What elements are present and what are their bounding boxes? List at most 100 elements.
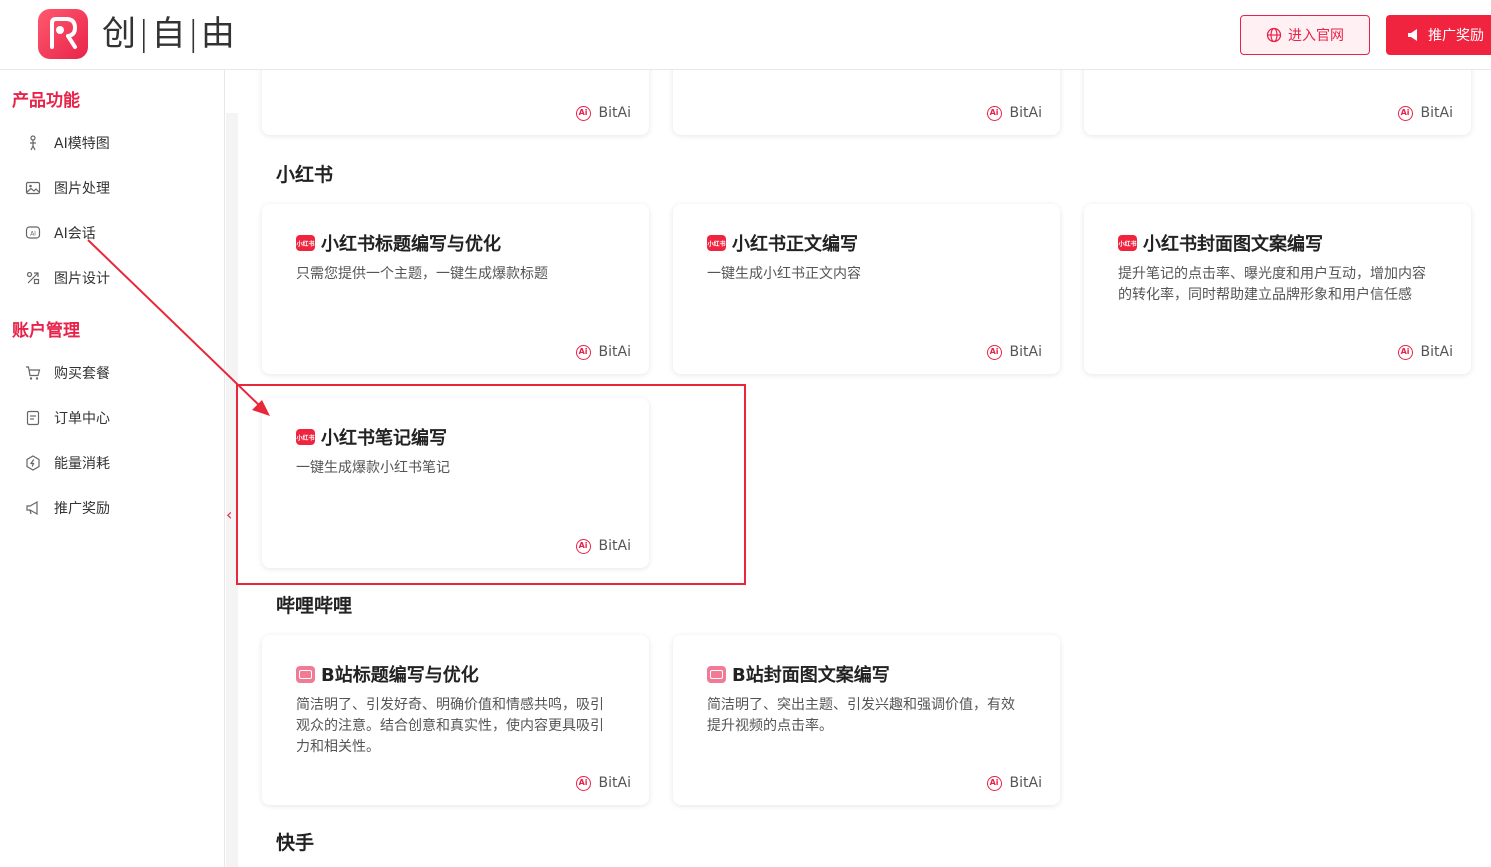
ai-logo-icon: Ai — [986, 105, 1002, 121]
card-title: 小红书封面图文案编写 — [1143, 234, 1323, 255]
megaphone-icon — [24, 499, 42, 517]
model-icon — [24, 134, 42, 152]
sidebar-item-label: 推广奖励 — [54, 501, 110, 517]
card-description: 简洁明了、引发好奇、明确价值和情感共鸣，吸引观众的注意。结合创意和真实性，使内容… — [296, 697, 604, 755]
enter-site-label: 进入官网 — [1288, 28, 1344, 44]
card-brand: BitAi — [598, 344, 631, 360]
collapse-sidebar-icon[interactable]: ‹ — [226, 505, 232, 524]
sidebar-item-label: AI模特图 — [54, 136, 110, 152]
sidebar-item-label: 图片处理 — [54, 181, 110, 197]
tool-card-partial[interactable]: Ai BitAi — [262, 70, 649, 135]
card-title-row: B站封面图文案编写 — [707, 661, 890, 687]
ai-logo-icon: Ai — [1397, 344, 1413, 360]
enter-site-button[interactable]: 进入官网 — [1240, 15, 1370, 55]
promo-reward-button[interactable]: 推广奖励 — [1386, 15, 1491, 55]
sidebar-item-energy[interactable]: 能量消耗 — [24, 451, 110, 475]
card-brand: BitAi — [1009, 775, 1042, 791]
globe-icon — [1266, 27, 1282, 43]
svg-text:AI: AI — [30, 231, 36, 238]
sidebar-item-label: AI会话 — [54, 226, 96, 242]
sidebar-item-label: 图片设计 — [54, 271, 110, 287]
ai-chat-icon: AI — [24, 224, 42, 242]
sidebar-item-image-processing[interactable]: 图片处理 — [24, 176, 110, 200]
sidebar-item-ai-chat[interactable]: AI AI会话 — [24, 221, 96, 245]
section-title-product: 产品功能 — [12, 91, 80, 111]
ai-logo-icon: Ai — [986, 775, 1002, 791]
tool-card-xhs-cover[interactable]: 小红书 小红书封面图文案编写 提升笔记的点击率、曝光度和用户互动，增加内容的转化… — [1084, 204, 1471, 374]
cart-icon — [24, 364, 42, 382]
ai-logo-icon: Ai — [575, 775, 591, 791]
xiaohongshu-icon: 小红书 — [296, 235, 315, 251]
ai-logo-icon: Ai — [575, 344, 591, 360]
card-brand: BitAi — [1420, 105, 1453, 121]
card-title-row: 小红书 小红书正文编写 — [707, 230, 858, 256]
card-description: 一键生成小红书正文内容 — [707, 266, 861, 282]
scroll-track[interactable] — [226, 113, 238, 867]
card-footer: Ai BitAi — [575, 538, 631, 554]
group-title-bilibili: 哔哩哔哩 — [276, 595, 353, 617]
card-brand: BitAi — [598, 538, 631, 554]
card-footer: Ai BitAi — [986, 775, 1042, 791]
card-title: 小红书笔记编写 — [321, 428, 447, 449]
bilibili-icon — [296, 665, 315, 683]
card-footer: Ai BitAi — [986, 105, 1042, 121]
sidebar-item-label: 订单中心 — [54, 411, 110, 427]
card-footer: Ai BitAi — [1397, 105, 1453, 121]
tool-card-bili-title[interactable]: B站标题编写与优化 简洁明了、引发好奇、明确价值和情感共鸣，吸引观众的注意。结合… — [262, 635, 649, 805]
sidebar-item-promo-reward[interactable]: 推广奖励 — [24, 496, 110, 520]
sidebar: 产品功能 AI模特图 图片处理 AI AI会话 图片设计 账户管理 购买套餐 订… — [0, 70, 225, 867]
card-brand: BitAi — [1009, 105, 1042, 121]
main-content: Ai BitAi Ai BitAi Ai BitAi 小红书 小红书 小红书标题… — [239, 70, 1491, 867]
tool-card-xhs-body[interactable]: 小红书 小红书正文编写 一键生成小红书正文内容 Ai BitAi — [673, 204, 1060, 374]
card-title-row: 小红书 小红书标题编写与优化 — [296, 230, 501, 256]
card-title-row: 小红书 小红书封面图文案编写 — [1118, 230, 1323, 256]
order-icon — [24, 409, 42, 427]
card-description: 简洁明了、突出主题、引发兴趣和强调价值，有效提升视频的点击率。 — [707, 697, 1015, 734]
card-brand: BitAi — [598, 775, 631, 791]
promo-reward-label: 推广奖励 — [1428, 28, 1484, 44]
card-brand: BitAi — [1420, 344, 1453, 360]
card-title: 小红书正文编写 — [732, 234, 858, 255]
ai-logo-icon: Ai — [575, 105, 591, 121]
card-footer: Ai BitAi — [575, 344, 631, 360]
sidebar-item-label: 能量消耗 — [54, 456, 110, 472]
section-title-account: 账户管理 — [12, 321, 80, 341]
card-footer: Ai BitAi — [986, 344, 1042, 360]
card-title-row: 小红书 小红书笔记编写 — [296, 424, 447, 450]
xiaohongshu-icon: 小红书 — [1118, 235, 1137, 251]
card-footer: Ai BitAi — [1397, 344, 1453, 360]
image-icon — [24, 179, 42, 197]
xiaohongshu-icon: 小红书 — [707, 235, 726, 251]
ai-logo-icon: Ai — [986, 344, 1002, 360]
card-footer: Ai BitAi — [575, 775, 631, 791]
card-brand: BitAi — [1009, 344, 1042, 360]
energy-icon — [24, 454, 42, 472]
card-title-row: B站标题编写与优化 — [296, 661, 479, 687]
sidebar-item-buy-plan[interactable]: 购买套餐 — [24, 361, 110, 385]
ai-logo-icon: Ai — [1397, 105, 1413, 121]
design-icon — [24, 269, 42, 287]
sidebar-item-image-design[interactable]: 图片设计 — [24, 266, 110, 290]
sidebar-item-ai-model[interactable]: AI模特图 — [24, 131, 110, 155]
tool-card-partial[interactable]: Ai BitAi — [673, 70, 1060, 135]
group-title-kuaishou: 快手 — [276, 832, 315, 854]
top-header: 创|自|由 进入官网 推广奖励 — [0, 0, 1491, 70]
tool-card-xhs-note[interactable]: 小红书 小红书笔记编写 一键生成爆款小红书笔记 Ai BitAi — [262, 398, 649, 568]
card-title: 小红书标题编写与优化 — [321, 234, 501, 255]
group-title-xhs: 小红书 — [276, 164, 334, 186]
sidebar-item-order-center[interactable]: 订单中心 — [24, 406, 110, 430]
tool-card-partial[interactable]: Ai BitAi — [1084, 70, 1471, 135]
megaphone-icon — [1408, 29, 1417, 41]
card-footer: Ai BitAi — [575, 105, 631, 121]
tool-card-xhs-title[interactable]: 小红书 小红书标题编写与优化 只需您提供一个主题，一键生成爆款标题 Ai Bit… — [262, 204, 649, 374]
logo-icon[interactable] — [38, 9, 88, 59]
card-description: 提升笔记的点击率、曝光度和用户互动，增加内容的转化率，同时帮助建立品牌形象和用户… — [1118, 266, 1426, 303]
card-description: 只需您提供一个主题，一键生成爆款标题 — [296, 266, 548, 282]
card-brand: BitAi — [598, 105, 631, 121]
xiaohongshu-icon: 小红书 — [296, 429, 315, 445]
brand-name: 创|自|由 — [102, 14, 237, 54]
sidebar-item-label: 购买套餐 — [54, 366, 110, 382]
tool-card-bili-cover[interactable]: B站封面图文案编写 简洁明了、突出主题、引发兴趣和强调价值，有效提升视频的点击率… — [673, 635, 1060, 805]
card-description: 一键生成爆款小红书笔记 — [296, 460, 450, 476]
card-title: B站封面图文案编写 — [732, 665, 890, 686]
